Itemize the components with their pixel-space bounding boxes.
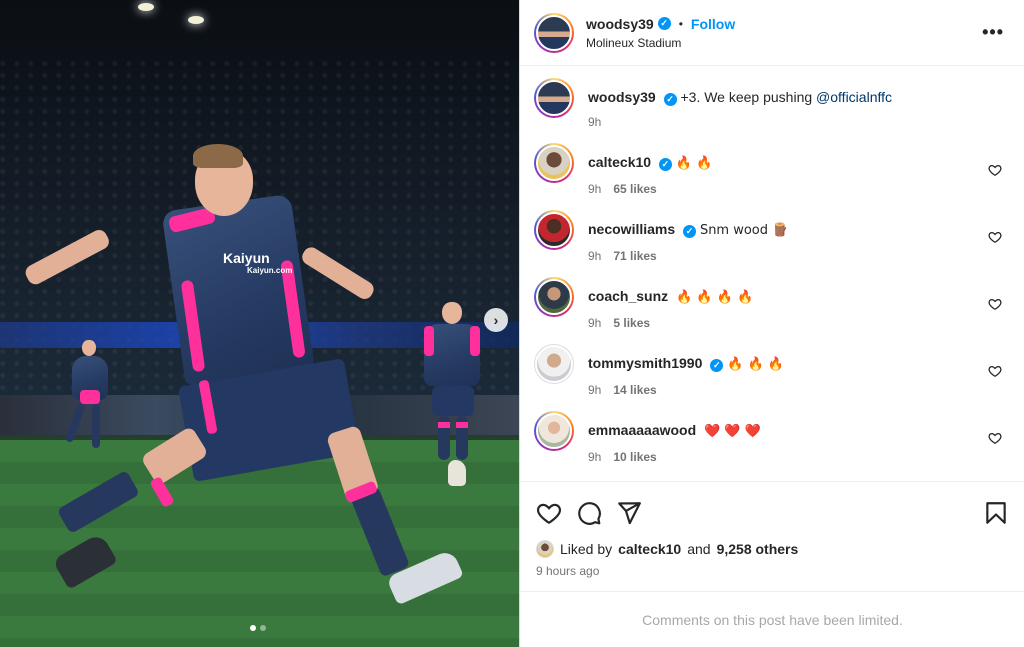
location-link[interactable]: Molineux Stadium bbox=[586, 36, 735, 50]
comments-limited-notice: Comments on this post have been limited. bbox=[520, 591, 1024, 647]
liked-by-user[interactable]: calteck10 bbox=[618, 541, 681, 557]
caption-username[interactable]: woodsy39 bbox=[588, 89, 656, 105]
comment-time: 9h bbox=[588, 316, 602, 330]
comment-likes[interactable]: 14 likes bbox=[613, 383, 656, 397]
liked-by-prefix: Liked by bbox=[560, 541, 613, 557]
carousel-indicator bbox=[250, 625, 266, 631]
comment-like-heart-icon[interactable] bbox=[988, 431, 1002, 445]
caption-mention[interactable]: @officialnffc bbox=[816, 89, 892, 105]
likes-summary[interactable]: Liked by calteck10 and 9,258 others bbox=[520, 532, 1024, 558]
comment-item: emmaaaaawood ❤️ ❤️ ❤️ 9h 10 likes bbox=[534, 411, 1010, 464]
commenter-avatar[interactable] bbox=[534, 143, 574, 183]
author-username[interactable]: woodsy39 bbox=[586, 16, 654, 32]
post-photo[interactable]: Kaiyun Kaiyun.com › bbox=[0, 0, 519, 647]
author-avatar[interactable] bbox=[534, 78, 574, 118]
comment-text: 🔥 🔥 bbox=[675, 156, 713, 171]
comment-likes[interactable]: 71 likes bbox=[613, 249, 656, 263]
liker-avatar bbox=[536, 540, 554, 558]
like-heart-icon[interactable] bbox=[536, 500, 562, 526]
comment-item: tommysmith1990 ✓ 🔥 🔥 🔥 9h 14 likes bbox=[534, 344, 1010, 397]
player-boot bbox=[52, 532, 118, 590]
follow-button[interactable]: Follow bbox=[691, 16, 735, 32]
floodlight bbox=[138, 3, 154, 11]
comment-item: coach_sunz 🔥 🔥 🔥 🔥 9h 5 likes bbox=[534, 277, 1010, 330]
caption-text: +3. We keep pushing bbox=[680, 89, 813, 105]
comment-likes[interactable]: 5 likes bbox=[613, 316, 650, 330]
post-details-panel: woodsy39 ✓ • Follow Molineux Stadium •••… bbox=[519, 0, 1024, 647]
post-header: woodsy39 ✓ • Follow Molineux Stadium ••• bbox=[520, 0, 1024, 66]
comment-item: calteck10 ✓ 🔥 🔥 9h 65 likes bbox=[534, 143, 1010, 196]
next-slide-button[interactable]: › bbox=[484, 308, 508, 332]
comment-like-heart-icon[interactable] bbox=[988, 297, 1002, 311]
shirt-sponsor: Kaiyun bbox=[223, 250, 270, 266]
comment-time: 9h bbox=[588, 383, 602, 397]
commenter-username[interactable]: calteck10 bbox=[588, 154, 651, 170]
comment-time: 9h bbox=[588, 249, 602, 263]
comment-text: ❤️ ❤️ ❤️ bbox=[704, 424, 761, 439]
carousel-dot-active bbox=[250, 625, 256, 631]
verified-icon: ✓ bbox=[658, 157, 672, 171]
separator: • bbox=[678, 16, 683, 31]
comments-list[interactable]: woodsy39 ✓ +3. We keep pushing @official… bbox=[520, 66, 1024, 480]
commenter-username[interactable]: tommysmith1990 bbox=[588, 355, 702, 371]
post-timestamp[interactable]: 9 hours ago bbox=[520, 558, 1024, 578]
comment-icon[interactable] bbox=[576, 500, 602, 526]
post-actions: Liked by calteck10 and 9,258 others 9 ho… bbox=[520, 481, 1024, 647]
commenter-avatar[interactable] bbox=[534, 344, 574, 384]
liked-by-others[interactable]: 9,258 others bbox=[717, 541, 799, 557]
comment-like-heart-icon[interactable] bbox=[988, 230, 1002, 244]
commenter-avatar[interactable] bbox=[534, 277, 574, 317]
more-options-icon[interactable]: ••• bbox=[982, 22, 1004, 43]
commenter-username[interactable]: coach_sunz bbox=[588, 288, 668, 304]
comment-time: 9h bbox=[588, 450, 602, 464]
verified-icon: ✓ bbox=[657, 17, 671, 30]
comment-likes[interactable]: 10 likes bbox=[613, 450, 656, 464]
share-icon[interactable] bbox=[616, 500, 642, 526]
comment-like-heart-icon[interactable] bbox=[988, 364, 1002, 378]
comment-text: Snm wood 🪵 bbox=[699, 223, 789, 238]
commenter-username[interactable]: necowilliams bbox=[588, 221, 675, 237]
comment-likes[interactable]: 65 likes bbox=[613, 182, 656, 196]
main-player: Kaiyun Kaiyun.com bbox=[22, 140, 475, 610]
save-bookmark-icon[interactable] bbox=[983, 500, 1009, 526]
liked-by-and: and bbox=[687, 541, 711, 557]
comment-time: 9h bbox=[588, 182, 602, 196]
comment-like-heart-icon[interactable] bbox=[988, 163, 1002, 177]
commenter-username[interactable]: emmaaaaawood bbox=[588, 422, 696, 438]
caption-time: 9h bbox=[588, 115, 602, 129]
commenter-avatar[interactable] bbox=[534, 411, 574, 451]
verified-icon: ✓ bbox=[710, 358, 724, 372]
commenter-avatar[interactable] bbox=[534, 210, 574, 250]
comment-text: 🔥 🔥 🔥 bbox=[727, 357, 784, 372]
carousel-dot bbox=[260, 625, 266, 631]
floodlight bbox=[188, 16, 204, 24]
verified-icon: ✓ bbox=[683, 224, 697, 238]
verified-icon: ✓ bbox=[663, 92, 677, 106]
caption: woodsy39 ✓ +3. We keep pushing @official… bbox=[534, 78, 1010, 129]
comment-text: 🔥 🔥 🔥 🔥 bbox=[676, 290, 754, 305]
shirt-sponsor-url: Kaiyun.com bbox=[247, 266, 293, 275]
author-avatar[interactable] bbox=[534, 12, 574, 53]
player-right-arm bbox=[299, 244, 377, 303]
comment-item: necowilliams ✓ Snm wood 🪵 9h 71 likes bbox=[534, 210, 1010, 263]
